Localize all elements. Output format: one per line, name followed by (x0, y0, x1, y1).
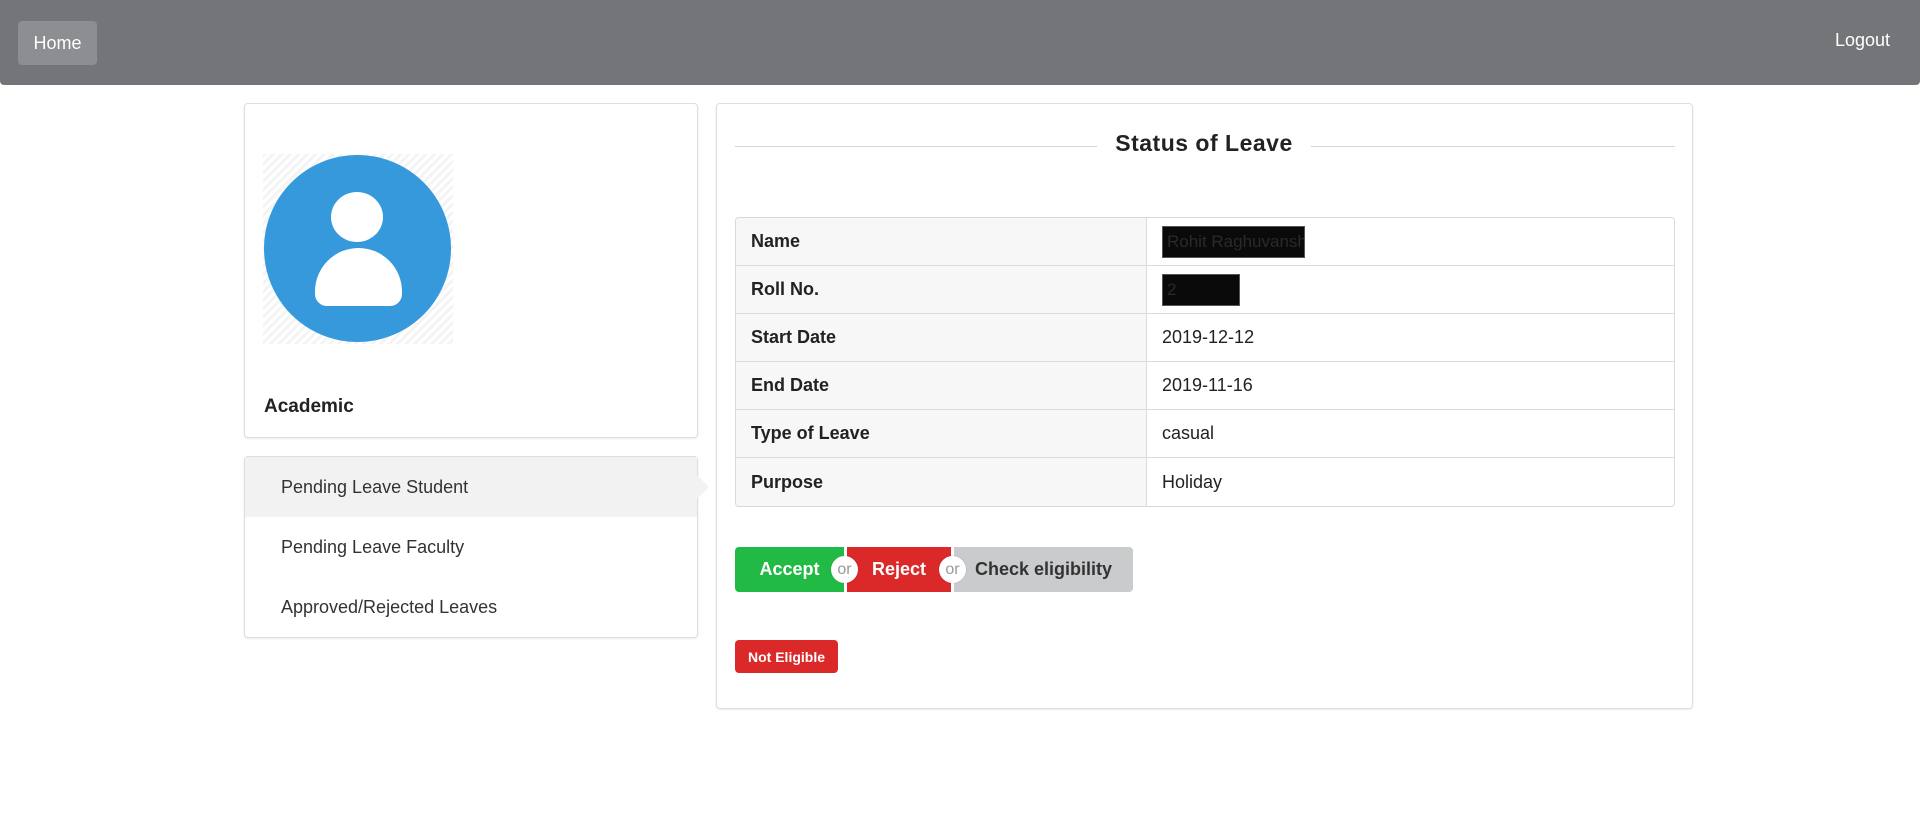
profile-card: Academic (244, 103, 698, 438)
sidebar-item-label: Pending Leave Faculty (281, 536, 465, 557)
or-separator: or (831, 556, 858, 583)
redacted-name: Rohit Raghuvanshi (1162, 225, 1305, 258)
row-key: End Date (736, 362, 1147, 409)
leave-status-panel: Status of Leave Name Rohit Raghuvanshi R… (716, 103, 1693, 709)
accept-button[interactable]: Accept (735, 547, 844, 592)
sidebar-menu: Pending Leave Student Pending Leave Facu… (244, 456, 709, 638)
row-value: Rohit Raghuvanshi (1147, 218, 1674, 265)
leave-details-table: Name Rohit Raghuvanshi Roll No. 2 Start … (735, 217, 1675, 507)
row-value: 2 (1147, 266, 1674, 313)
profile-role: Academic (264, 396, 354, 417)
table-row: Type of Leave casual (736, 410, 1674, 458)
table-row: Roll No. 2 (736, 266, 1674, 314)
row-value: casual (1162, 423, 1215, 443)
check-eligibility-button[interactable]: Check eligibility (954, 547, 1133, 592)
row-value: 2019-12-12 (1162, 327, 1255, 347)
active-pointer (697, 475, 709, 499)
or-separator: or (939, 556, 966, 583)
table-row: End Date 2019-11-16 (736, 362, 1674, 410)
row-key: Roll No. (736, 266, 1147, 313)
sidebar-item-approved-rejected-leaves[interactable]: Approved/Rejected Leaves (245, 577, 697, 637)
table-row: Start Date 2019-12-12 (736, 314, 1674, 362)
reject-button[interactable]: Reject (847, 547, 951, 592)
home-button[interactable]: Home (18, 21, 97, 65)
table-row: Purpose Holiday (736, 458, 1674, 506)
row-key: Name (736, 218, 1147, 265)
logout-link[interactable]: Logout (1835, 30, 1890, 51)
table-row: Name Rohit Raghuvanshi (736, 218, 1674, 266)
row-key: Start Date (736, 314, 1147, 361)
user-avatar-icon (264, 155, 451, 342)
avatar-head (331, 192, 383, 242)
row-value: Holiday (1162, 471, 1223, 492)
sidebar-item-pending-leave-faculty[interactable]: Pending Leave Faculty (245, 517, 697, 577)
sidebar-item-label: Approved/Rejected Leaves (281, 596, 498, 617)
row-value: 2019-11-16 (1162, 375, 1253, 395)
sidebar-item-label: Pending Leave Student (281, 476, 469, 497)
row-key: Type of Leave (736, 410, 1147, 457)
row-key: Purpose (736, 458, 1147, 506)
status-badge: Not Eligible (735, 640, 838, 673)
sidebar-item-pending-leave-student[interactable]: Pending Leave Student (245, 457, 709, 517)
page-title: Status of Leave (1097, 130, 1311, 157)
top-navbar: Home Logout (0, 0, 1920, 85)
avatar (263, 154, 453, 344)
redacted-roll-no: 2 (1162, 273, 1240, 306)
avatar-body (315, 248, 402, 306)
